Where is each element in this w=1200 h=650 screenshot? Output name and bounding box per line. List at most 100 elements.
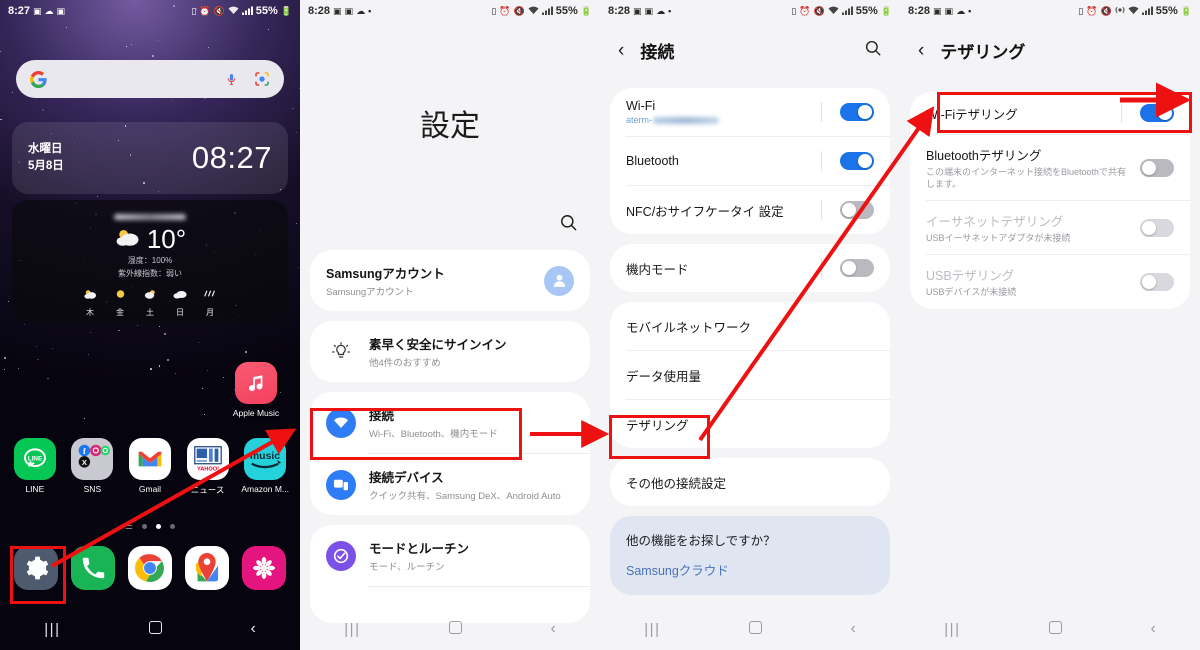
looking-for-more-card: 他の機能をお探しですか？ Samsungクラウド <box>610 516 890 595</box>
page-dot-active[interactable] <box>156 524 162 529</box>
airplane-card: 機内モード <box>610 244 890 292</box>
mic-icon[interactable] <box>225 71 238 88</box>
battery-icon: 🔋 <box>1180 5 1192 16</box>
panel-settings-screen: 8:28 ▣ ▣ ☁ • ▯ ⏰ 🔇 55% 🔋 設定 Samsungアカウント… <box>300 0 600 650</box>
panel-tethering-screen: 8:28 ▣ ▣ ☁ • ▯ ⏰ 🔇 55% 🔋 ‹ テザリング Wi-Fiテザ… <box>900 0 1200 650</box>
app-sns-folder[interactable]: f X SNS <box>66 438 118 496</box>
google-search-bar[interactable] <box>16 60 284 98</box>
tethering-row-bluetooth[interactable]: Bluetoothテザリング この端末のインターネット接続をBluetoothで… <box>910 135 1190 200</box>
page-indicator[interactable]: ☰ <box>0 521 300 532</box>
back-icon[interactable]: ‹ <box>550 621 555 637</box>
clock-widget[interactable]: 水曜日 5月8日 08:27 <box>12 122 288 194</box>
picture-icon: ▣ <box>644 5 654 16</box>
svg-text:music: music <box>250 451 280 462</box>
row-title: モードとルーチン <box>369 542 470 556</box>
home-icon[interactable] <box>449 620 463 638</box>
samsung-account-card[interactable]: Samsungアカウント Samsungアカウント <box>310 250 590 311</box>
back-chevron-icon[interactable]: ‹ <box>618 41 624 60</box>
toggle-separator <box>821 258 822 278</box>
back-icon[interactable]: ‹ <box>1150 621 1155 637</box>
toggle-separator <box>821 200 822 220</box>
settings-row-sign-in[interactable]: 素早く安全にサインイン 他4件のおすすめ <box>310 321 590 382</box>
dot-icon: • <box>668 5 672 16</box>
yahoo-news-icon: YAHOO! <box>186 438 229 480</box>
connections-row-wifi[interactable]: Wi-Fi aterm- <box>610 88 890 136</box>
dock-item-gallery[interactable] <box>241 546 286 590</box>
wifi-tethering-toggle[interactable] <box>1140 104 1174 122</box>
row-title: USBテザリング <box>926 269 1015 284</box>
nfc-toggle[interactable] <box>840 201 874 219</box>
dock <box>0 546 300 590</box>
connections-row-data-usage[interactable]: データ使用量 <box>610 351 890 399</box>
page-dot[interactable] <box>170 524 176 529</box>
recents-icon[interactable]: ||| <box>344 622 361 637</box>
weather-widget[interactable]: 10° 湿度：100% 紫外線指数：弱い 木 金 土 日 月 <box>12 200 288 324</box>
app-list-icon[interactable]: ☰ <box>125 521 134 532</box>
lightbulb-icon <box>326 337 356 367</box>
home-icon[interactable] <box>1049 620 1063 638</box>
picture-icon: ▣ <box>56 5 66 16</box>
tethering-row-wifi[interactable]: Wi-Fiテザリング <box>910 92 1190 134</box>
settings-row-connected-devices[interactable]: 接続デバイス クイック共有、Samsung DeX、Android Auto <box>310 454 590 515</box>
google-lens-icon[interactable] <box>254 71 270 87</box>
airplane-mode-toggle[interactable] <box>840 259 874 277</box>
row-subtitle: クイック共有、Samsung DeX、Android Auto <box>369 491 561 502</box>
connections-row-bluetooth[interactable]: Bluetooth <box>610 137 890 185</box>
dock-item-maps[interactable] <box>184 546 229 590</box>
page-dot[interactable] <box>142 524 148 529</box>
bluetooth-toggle[interactable] <box>840 152 874 170</box>
forecast-label: 土 <box>146 308 154 317</box>
battery-saver-icon: ▯ <box>491 5 497 16</box>
settings-row-connections[interactable]: 接続 Wi-Fi、Bluetooth、機内モード <box>310 392 590 453</box>
row-title: Samsungアカウント <box>326 267 445 281</box>
dot-icon: • <box>968 5 972 16</box>
recents-icon[interactable]: ||| <box>644 622 661 637</box>
recents-icon[interactable]: ||| <box>944 622 961 637</box>
row-subtitle: USBデバイスが未接続 <box>926 287 1017 298</box>
app-news[interactable]: YAHOO! ニュース <box>182 438 234 496</box>
home-icon[interactable] <box>149 620 163 638</box>
search-icon[interactable] <box>559 213 578 238</box>
info-link-samsung-cloud[interactable]: Samsungクラウド <box>626 560 874 579</box>
connections-row-more-settings[interactable]: その他の接続設定 <box>610 458 890 506</box>
apple-music-icon <box>235 362 277 404</box>
info-title: 他の機能をお探しですか？ <box>626 534 776 548</box>
row-title: Bluetoothテザリング <box>926 149 1042 163</box>
back-icon[interactable]: ‹ <box>250 621 255 637</box>
app-gmail[interactable]: Gmail <box>124 438 176 496</box>
dock-item-phone[interactable] <box>71 546 116 590</box>
cloudy-icon <box>172 287 188 305</box>
settings-row-modes-routines[interactable]: モードとルーチン モード、ルーチン <box>310 525 590 586</box>
wifi-toggle[interactable] <box>840 103 874 121</box>
svg-text:YAHOO!: YAHOO! <box>197 466 219 472</box>
home-icon[interactable] <box>749 620 763 638</box>
app-amazon-music[interactable]: music Amazon M... <box>239 438 291 496</box>
suggestion-card[interactable]: 素早く安全にサインイン 他4件のおすすめ <box>310 321 590 382</box>
account-avatar-icon[interactable] <box>544 265 574 296</box>
connections-row-airplane-mode[interactable]: 機内モード <box>610 244 890 292</box>
status-bar: 8:28 ▣ ▣ ☁ • ▯ ⏰ 🔇 55% 🔋 <box>600 0 900 22</box>
dock-item-chrome[interactable] <box>127 546 172 590</box>
connections-row-nfc[interactable]: NFC/おサイフケータイ 設定 <box>610 186 890 234</box>
svg-text:X: X <box>82 458 87 467</box>
signal-icon <box>841 6 853 17</box>
connections-row-mobile-network[interactable]: モバイルネットワーク <box>610 302 890 350</box>
divider <box>368 586 590 587</box>
page-title: テザリング <box>940 42 1026 62</box>
recents-icon[interactable]: ||| <box>44 622 61 637</box>
ethernet-tethering-toggle <box>1140 218 1174 237</box>
app-line[interactable]: LINE LINE <box>9 438 61 496</box>
app-apple-music[interactable]: Apple Music <box>230 362 282 418</box>
back-chevron-icon[interactable]: ‹ <box>918 41 924 60</box>
connections-row-tethering[interactable]: テザリング <box>610 400 890 448</box>
ssid-masked <box>653 116 720 124</box>
picture-icon: ▣ <box>344 5 354 16</box>
back-icon[interactable]: ‹ <box>850 621 855 637</box>
status-bar: 8:27 ▣ ☁ ▣ ▯ ⏰ 🔇 55% 🔋 <box>0 0 300 22</box>
dock-item-settings[interactable] <box>14 546 59 590</box>
bluetooth-tethering-toggle[interactable] <box>1140 158 1174 177</box>
search-icon[interactable] <box>864 39 882 62</box>
settings-row-samsung-account[interactable]: Samsungアカウント Samsungアカウント <box>310 250 590 311</box>
page-title: 設定 <box>420 110 480 143</box>
mute-icon: 🔇 <box>1100 5 1112 16</box>
